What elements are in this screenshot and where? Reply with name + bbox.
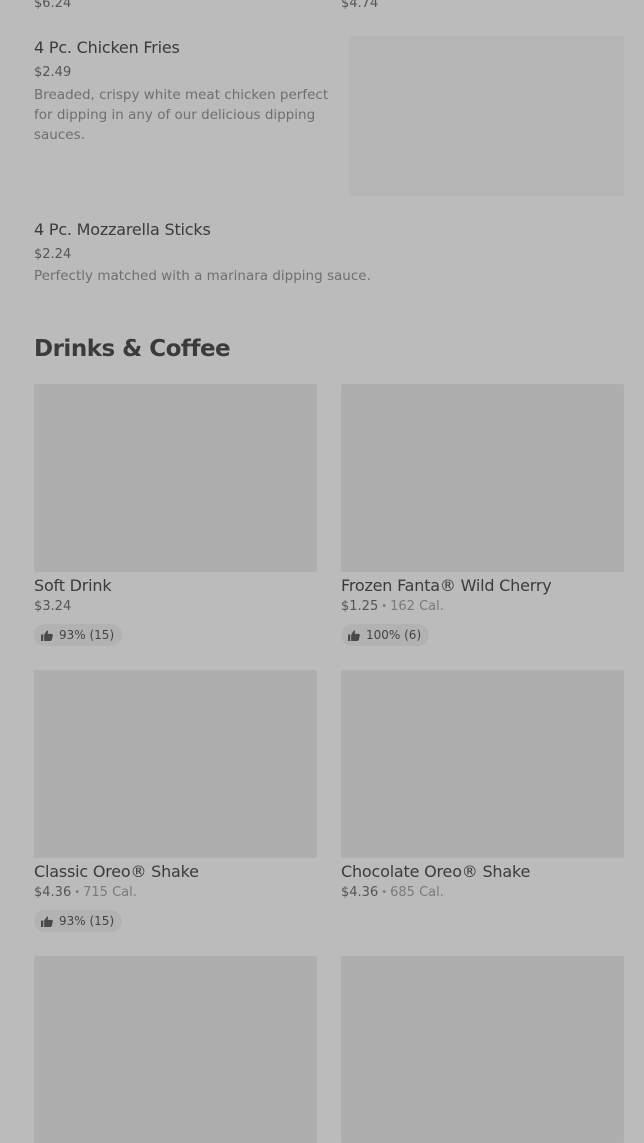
item-title: 4 Pc. Mozzarella Sticks — [34, 220, 211, 239]
thumbs-up-icon — [348, 630, 360, 641]
item-title: 4 Pc. Chicken Fries — [34, 38, 180, 57]
item-title: Chocolate Oreo® Shake — [341, 862, 531, 881]
item-price: $3.24 — [34, 599, 72, 614]
menu-card-frozen-fanta[interactable]: Frozen Fanta® Wild Cherry $1.25 • 162 Cal.… — [341, 384, 624, 646]
menu-card-chocolate-oreo-shake[interactable]: Chocolate Oreo® Shake $4.36 • 685 Cal. — [341, 670, 624, 900]
item-price: $2.49 — [34, 65, 72, 80]
item-calories: 715 Cal. — [83, 885, 137, 900]
item-price-line: $1.25 • 162 Cal. — [341, 599, 444, 614]
menu-item-mozzarella-sticks[interactable]: 4 Pc. Mozzarella Sticks $2.24 Perfectly … — [34, 220, 624, 286]
menu-item-chicken-fries[interactable]: 4 Pc. Chicken Fries $2.49 Breaded, crisp… — [34, 38, 344, 145]
item-image[interactable] — [34, 956, 317, 1143]
previous-item-price-left: $6.24 — [34, 0, 72, 11]
item-title: Classic Oreo® Shake — [34, 862, 199, 881]
previous-item-price-right: $4.74 — [341, 0, 379, 11]
rating-text: 93% (15) — [59, 914, 115, 928]
item-title: Soft Drink — [34, 576, 112, 595]
thumbs-up-icon — [41, 916, 53, 927]
rating-badge: 93% (15) — [34, 624, 123, 646]
item-price: $4.36 — [34, 885, 72, 900]
item-image — [349, 36, 624, 196]
item-description: Perfectly matched with a marinara dippin… — [34, 268, 371, 284]
thumbs-up-icon — [41, 630, 53, 641]
item-calories: 162 Cal. — [390, 599, 444, 614]
item-price-line: $4.36 • 715 Cal. — [34, 885, 137, 900]
rating-text: 93% (15) — [59, 628, 115, 642]
item-title: Frozen Fanta® Wild Cherry — [341, 576, 552, 595]
rating-text: 100% (6) — [366, 628, 422, 642]
item-price: $2.24 — [34, 247, 72, 262]
section-title: Drinks & Coffee — [34, 336, 231, 362]
item-image — [341, 384, 624, 572]
item-description: Breaded, crispy white meat chicken perfe… — [34, 87, 329, 143]
item-image[interactable] — [341, 956, 624, 1143]
item-image — [34, 670, 317, 858]
menu-card-soft-drink[interactable]: Soft Drink $3.24 93% (15) — [34, 384, 317, 646]
item-image — [34, 384, 317, 572]
item-calories: 685 Cal. — [390, 885, 444, 900]
item-price: $4.36 — [341, 885, 379, 900]
item-price-line: $3.24 — [34, 599, 317, 614]
item-image — [341, 670, 624, 858]
rating-badge: 100% (6) — [341, 624, 430, 646]
item-price: $1.25 — [341, 599, 379, 614]
item-price-line: $4.36 • 685 Cal. — [341, 885, 444, 900]
rating-badge: 93% (15) — [34, 910, 123, 932]
menu-card-classic-oreo-shake[interactable]: Classic Oreo® Shake $4.36 • 715 Cal. 93% (… — [34, 670, 317, 932]
